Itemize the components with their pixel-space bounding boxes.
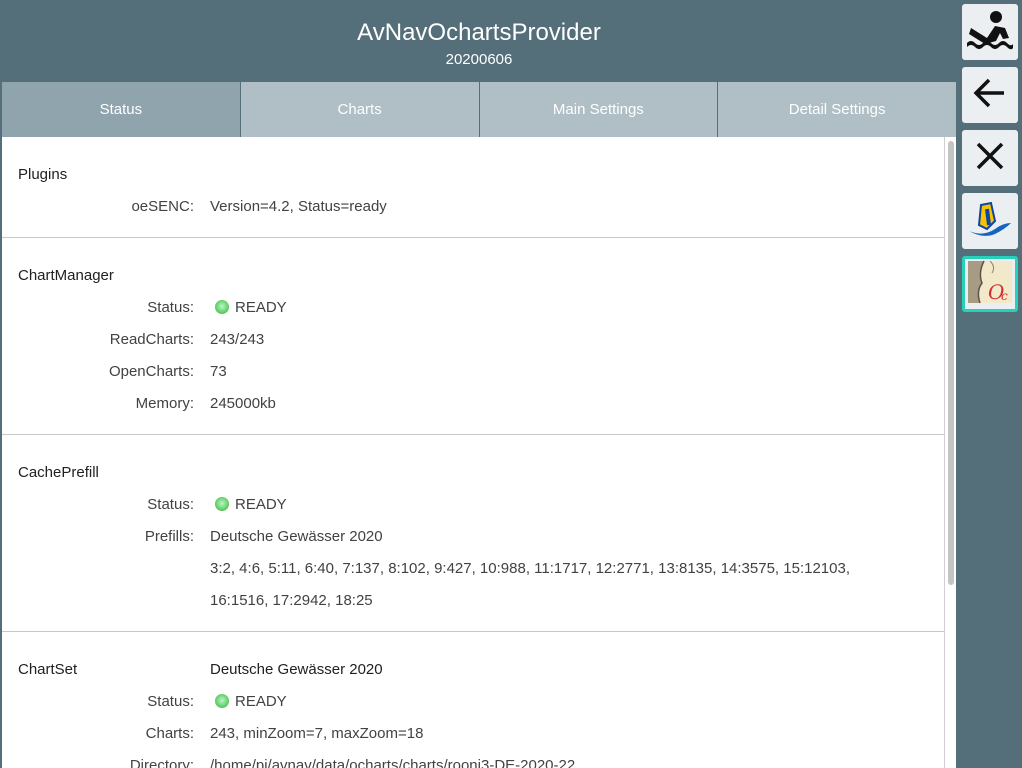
status-indicator-icon [215, 300, 229, 314]
version-subtitle: 20200606 [445, 51, 513, 68]
status-row: ReadCharts: 243/243 [18, 324, 944, 356]
status-text: READY [235, 496, 287, 513]
section-plugins: Plugins oeSENC: Version=4.2, Status=read… [2, 137, 944, 238]
status-row: Memory: 245000kb [18, 388, 944, 420]
row-label: OpenCharts: [108, 363, 194, 380]
row-value: Version=4.2, Status=ready [210, 198, 387, 215]
status-row: Status: READY [18, 489, 944, 521]
status-row: Status: READY [18, 292, 944, 324]
ocharts-logo-icon: O c [966, 259, 1014, 310]
status-row: OpenCharts: 73 [18, 356, 944, 388]
row-label: oeSENC: [131, 198, 194, 215]
back-button[interactable] [962, 67, 1018, 123]
row-label: Charts: [145, 725, 194, 742]
status-row: oeSENC: Version=4.2, Status=ready [18, 191, 944, 223]
tab-bar: Status Charts Main Settings Detail Setti… [2, 82, 956, 137]
prefill-zoom-counts: 3:2, 4:6, 5:11, 6:40, 7:137, 8:102, 9:42… [210, 560, 850, 609]
svg-text:c: c [1001, 289, 1008, 303]
status-row: Directory: /home/pi/avnav/data/ocharts/c… [18, 750, 944, 768]
header: AvNavOchartsProvider 20200606 [2, 2, 956, 82]
row-value: 243, minZoom=7, maxZoom=18 [210, 725, 424, 742]
status-content: Plugins oeSENC: Version=4.2, Status=read… [2, 137, 945, 768]
status-row: Prefills: Deutsche Gewässer 2020 [18, 521, 944, 553]
row-label [18, 553, 210, 617]
close-button[interactable] [962, 130, 1018, 186]
section-header: Plugins [18, 159, 944, 191]
row-value: /home/pi/avnav/data/ocharts/charts/rooni… [210, 757, 576, 768]
row-value: READY [210, 292, 944, 324]
status-row: Charts: 243, minZoom=7, maxZoom=18 [18, 718, 944, 750]
section-title: CachePrefill [18, 464, 99, 481]
row-value: 243/243 [210, 331, 265, 348]
back-arrow-icon [972, 75, 1008, 116]
row-value: Deutsche Gewässer 2020 [210, 528, 383, 545]
man-overboard-icon [965, 8, 1015, 57]
row-label: ReadCharts: [109, 331, 194, 348]
section-header: ChartManager [18, 260, 944, 292]
row-value: 245000kb [210, 395, 276, 412]
scrollbar-thumb[interactable] [948, 141, 954, 585]
row-value: 73 [210, 363, 227, 380]
tab-main-settings[interactable]: Main Settings [479, 82, 719, 137]
status-row: Status: READY [18, 686, 944, 718]
section-header: ChartSet Deutsche Gewässer 2020 [18, 654, 944, 686]
ocharts-button[interactable]: O c [962, 256, 1018, 312]
scrollbar[interactable] [945, 137, 956, 768]
row-value: READY [210, 686, 944, 718]
row-label: Status: [147, 693, 194, 710]
row-label: Prefills: [144, 528, 194, 545]
row-label: Status: [147, 299, 194, 316]
close-icon [974, 140, 1006, 177]
right-button-bar: O c [958, 0, 1022, 768]
section-cacheprefill: CachePrefill Status: READY Prefills: Deu… [2, 435, 944, 632]
status-indicator-icon [215, 497, 229, 511]
section-title: Plugins [18, 166, 68, 183]
status-text: READY [235, 693, 287, 710]
section-title: ChartSet [18, 661, 78, 678]
main-panel: AvNavOchartsProvider 20200606 Status Cha… [2, 2, 956, 768]
section-header: CachePrefill [18, 457, 944, 489]
page-title: AvNavOchartsProvider [357, 19, 601, 46]
section-title: ChartManager [18, 267, 114, 284]
status-indicator-icon [215, 694, 229, 708]
app-window: AvNavOchartsProvider 20200606 Status Cha… [0, 0, 1022, 768]
man-overboard-button[interactable] [962, 4, 1018, 60]
row-label: Directory: [129, 757, 194, 768]
chartset-name: Deutsche Gewässer 2020 [210, 661, 383, 678]
avnav-button[interactable] [962, 193, 1018, 249]
section-chartmanager: ChartManager Status: READY ReadCharts: 2… [2, 238, 944, 435]
status-text: READY [235, 299, 287, 316]
row-label: Memory: [135, 395, 194, 412]
avnav-logo-icon [965, 199, 1015, 244]
tab-detail-settings[interactable]: Detail Settings [718, 82, 956, 137]
tab-status[interactable]: Status [2, 82, 241, 137]
row-label: Status: [147, 496, 194, 513]
tab-charts[interactable]: Charts [240, 82, 480, 137]
section-chartset: ChartSet Deutsche Gewässer 2020 Status: … [2, 632, 944, 768]
row-value: READY [210, 489, 944, 521]
status-row: 3:2, 4:6, 5:11, 6:40, 7:137, 8:102, 9:42… [18, 553, 944, 617]
